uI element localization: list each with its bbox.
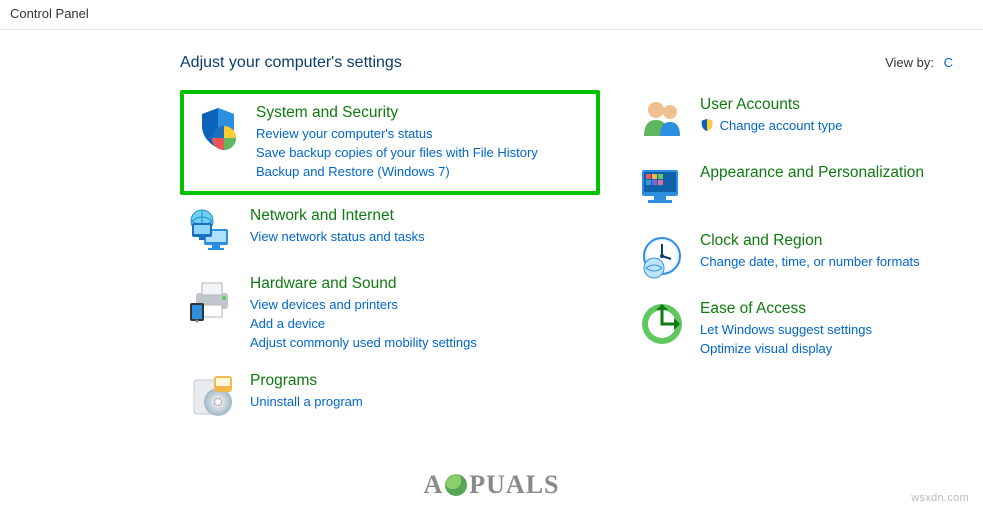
source-watermark: wsxdn.com	[911, 492, 969, 504]
category-title-appearance-personalization[interactable]: Appearance and Personalization	[700, 164, 924, 182]
category-title-programs[interactable]: Programs	[250, 372, 363, 390]
category-network-internet: Network and Internet View network status …	[180, 201, 600, 269]
disc-icon[interactable]	[188, 372, 236, 420]
category-title-clock-region[interactable]: Clock and Region	[700, 232, 920, 250]
categories-grid: System and Security Review your computer'…	[0, 90, 983, 434]
category-hardware-sound: Hardware and Sound View devices and print…	[180, 269, 600, 366]
category-link[interactable]: Review your computer's status	[256, 124, 538, 143]
view-by-value[interactable]: C	[944, 55, 953, 70]
categories-column-left: System and Security Review your computer'…	[180, 90, 600, 434]
category-appearance-personalization: Appearance and Personalization	[630, 158, 970, 226]
category-title-ease-of-access[interactable]: Ease of Access	[700, 300, 872, 318]
network-icon[interactable]	[188, 207, 236, 255]
category-link[interactable]: Save backup copies of your files with Fi…	[256, 143, 538, 162]
category-link[interactable]: View network status and tasks	[250, 227, 425, 246]
category-ease-of-access: Ease of Access Let Windows suggest settin…	[630, 294, 970, 372]
appuals-watermark: APUALS	[423, 470, 559, 500]
printer-icon[interactable]	[188, 275, 236, 323]
category-title-network-internet[interactable]: Network and Internet	[250, 207, 425, 225]
window-titlebar: Control Panel	[0, 0, 983, 30]
header-row: Adjust your computer's settings View by:…	[0, 30, 983, 90]
category-link[interactable]: Change account type	[700, 116, 842, 135]
appearance-icon[interactable]	[638, 164, 686, 212]
globe-icon	[445, 474, 467, 496]
category-link[interactable]: Change date, time, or number formats	[700, 252, 920, 271]
category-title-user-accounts[interactable]: User Accounts	[700, 96, 842, 114]
clock-icon[interactable]	[638, 232, 686, 280]
category-link[interactable]: Add a device	[250, 314, 477, 333]
category-clock-region: Clock and Region Change date, time, or nu…	[630, 226, 970, 294]
category-link[interactable]: View devices and printers	[250, 295, 477, 314]
category-link[interactable]: Adjust commonly used mobility settings	[250, 333, 477, 352]
users-icon[interactable]	[638, 96, 686, 144]
view-by-label: View by:	[885, 55, 934, 70]
category-link[interactable]: Uninstall a program	[250, 392, 363, 411]
category-title-hardware-sound[interactable]: Hardware and Sound	[250, 275, 477, 293]
shield-icon[interactable]	[194, 104, 242, 152]
view-by: View by: C	[885, 55, 953, 70]
ease-icon[interactable]	[638, 300, 686, 348]
category-title-system-security[interactable]: System and Security	[256, 104, 538, 122]
category-link[interactable]: Optimize visual display	[700, 339, 872, 358]
categories-column-right: User Accounts Change account type Appear…	[630, 90, 970, 434]
window-title: Control Panel	[10, 6, 89, 21]
category-system-security: System and Security Review your computer'…	[180, 90, 600, 195]
page-title: Adjust your computer's settings	[180, 54, 402, 72]
category-programs: Programs Uninstall a program	[180, 366, 600, 434]
category-link[interactable]: Backup and Restore (Windows 7)	[256, 162, 538, 181]
category-user-accounts: User Accounts Change account type	[630, 90, 970, 158]
category-link[interactable]: Let Windows suggest settings	[700, 320, 872, 339]
